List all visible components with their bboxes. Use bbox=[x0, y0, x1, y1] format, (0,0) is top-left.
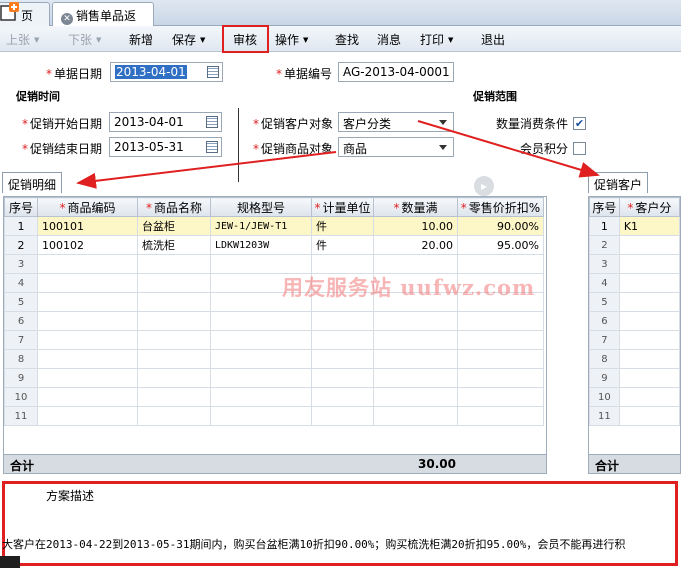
description-highlight-box bbox=[2, 481, 678, 566]
description-label: 方案描述 bbox=[46, 489, 95, 503]
arrow-to-detail bbox=[76, 151, 337, 189]
arrow-to-customers bbox=[417, 120, 600, 178]
description-text[interactable]: 大客户在2013-04-22到2013-05-31期间内，购买台盆柜满10折扣9… bbox=[2, 536, 681, 552]
corner-handle bbox=[0, 556, 20, 568]
